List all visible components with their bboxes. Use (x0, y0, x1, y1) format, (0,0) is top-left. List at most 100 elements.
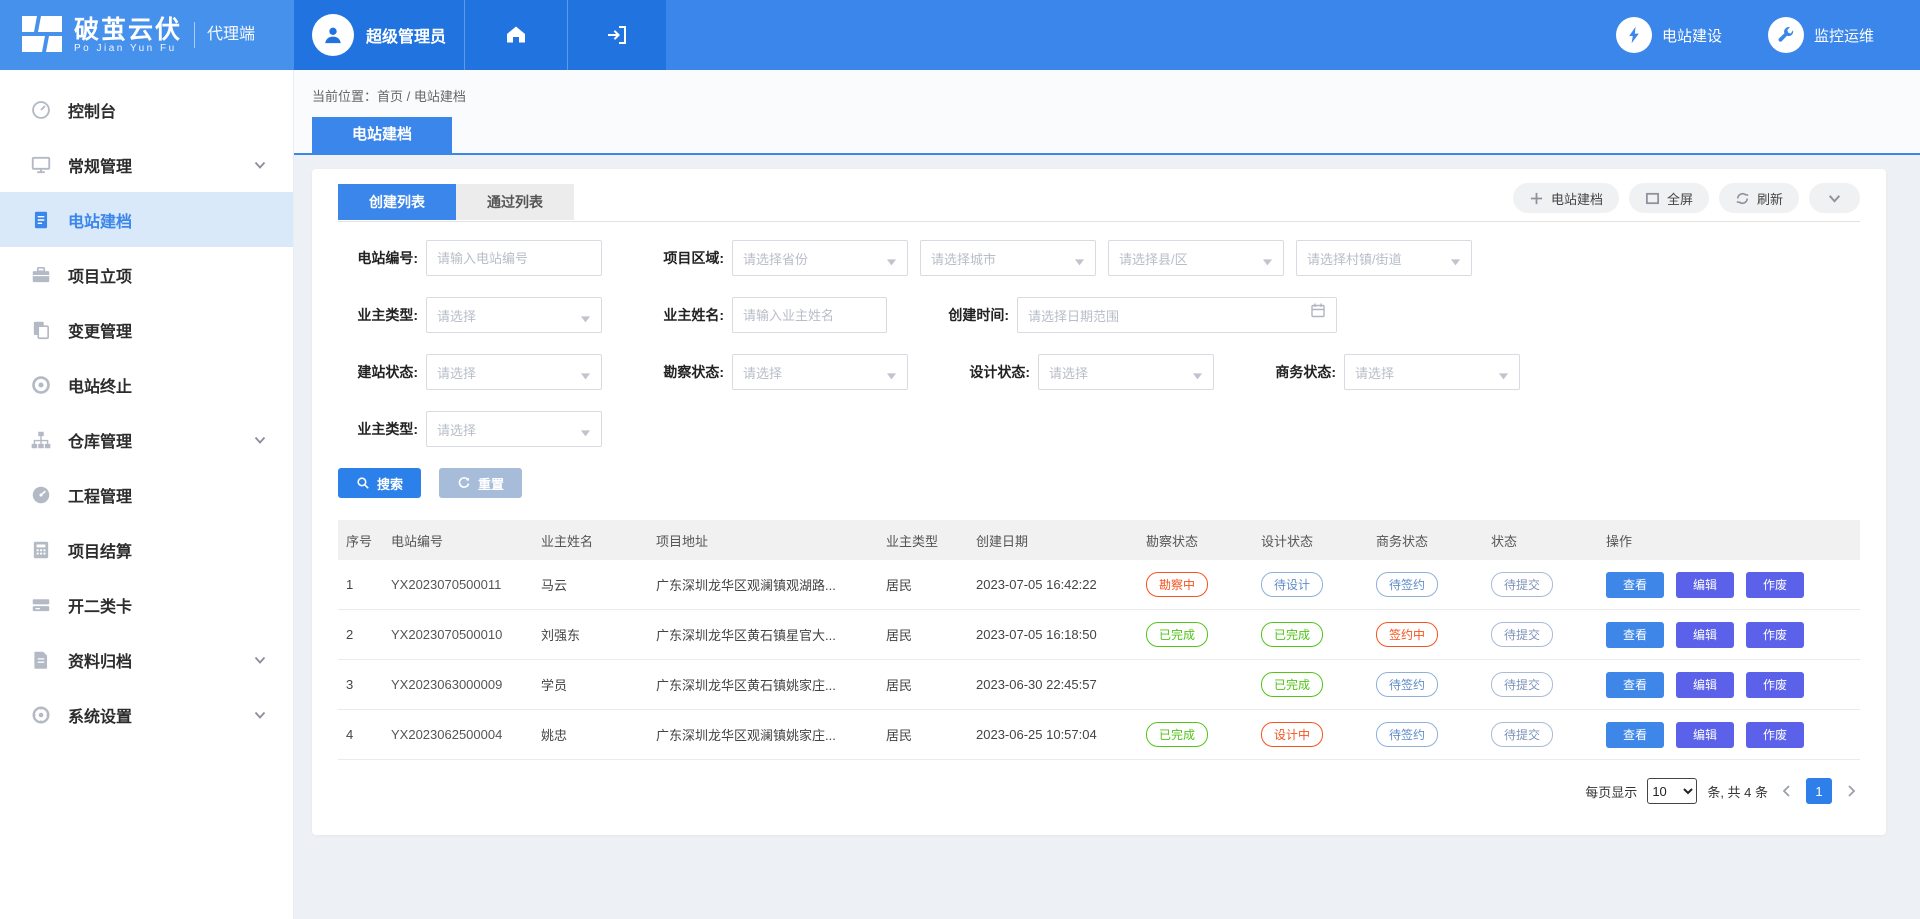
cell-address: 广东深圳龙华区黄石镇姚家庄... (648, 675, 878, 694)
filter-select-design-status[interactable]: 请选择 (1038, 354, 1214, 390)
edit-button[interactable]: 编辑 (1676, 572, 1734, 598)
filter-input-station-id[interactable] (426, 240, 602, 276)
status-badge: 待提交 (1491, 722, 1553, 747)
cell-created-date: 2023-06-30 22:45:57 (968, 677, 1138, 692)
filter-group-build-status: 建站状态:请选择 (338, 354, 602, 390)
status-badge: 待提交 (1491, 672, 1553, 697)
filter-select-business-status[interactable]: 请选择 (1344, 354, 1520, 390)
view-button[interactable]: 查看 (1606, 722, 1664, 748)
home-button[interactable] (464, 0, 567, 70)
column-header: 业主类型 (878, 531, 968, 550)
home-icon (504, 23, 528, 47)
sidebar-item-calculator[interactable]: 项目结算 (0, 522, 293, 577)
sidebar-item-card[interactable]: 开二类卡 (0, 577, 293, 632)
sidebar-item-sitemap[interactable]: 仓库管理 (0, 412, 293, 467)
chevron-left-icon (1780, 784, 1794, 798)
sidebar-item-label: 项目立项 (68, 263, 267, 287)
view-button[interactable]: 查看 (1606, 572, 1664, 598)
table-row: 1YX2023070500011马云广东深圳龙华区观澜镇观湖路...居民2023… (338, 560, 1860, 610)
collapse-panel-button[interactable] (1809, 183, 1860, 213)
filter-group-design-status: 设计状态: 请选择 (950, 354, 1214, 390)
sidebar-item-copy[interactable]: 变更管理 (0, 302, 293, 357)
add-station-button[interactable]: 电站建档 (1513, 183, 1619, 213)
filter-label: 设计状态: (950, 362, 1030, 382)
filter-input-owner-name[interactable] (732, 297, 887, 333)
user-menu[interactable]: 超级管理员 (294, 0, 464, 70)
filter-select-survey-status[interactable]: 请选择 (732, 354, 908, 390)
cell-design-status: 已完成 (1253, 672, 1368, 697)
void-button[interactable]: 作废 (1746, 572, 1804, 598)
cell-owner-name: 学员 (533, 675, 648, 694)
filter-row: 电站编号:项目区域:请选择省份请选择城市请选择县/区请选择村镇/街道 (338, 240, 1860, 276)
chevron-right-icon (1844, 784, 1858, 798)
sidebar-item-monitor[interactable]: 常规管理 (0, 137, 293, 192)
filter-daterange-create-time[interactable]: 请选择日期范围 (1017, 297, 1337, 333)
filter-select-owner-type[interactable]: 请选择 (426, 297, 602, 333)
calendar-icon (1310, 302, 1326, 318)
header-nav-wrench[interactable]: 监控运维 (1768, 17, 1874, 53)
breadcrumb-prefix: 当前位置： (312, 89, 377, 104)
filter-select-city[interactable]: 请选择城市 (920, 240, 1096, 276)
header-nav-lightning[interactable]: 电站建设 (1616, 17, 1722, 53)
sidebar-item-settings[interactable]: 系统设置 (0, 687, 293, 742)
void-button[interactable]: 作废 (1746, 622, 1804, 648)
sidebar-item-gauge[interactable]: 工程管理 (0, 467, 293, 522)
filter-label: 勘察状态: (644, 362, 724, 382)
prev-page-button[interactable] (1778, 782, 1796, 800)
filter-select-build-status[interactable]: 请选择 (426, 354, 602, 390)
edit-button[interactable]: 编辑 (1676, 622, 1734, 648)
panel-tabs: 创建列表通过列表 (338, 184, 574, 220)
status-badge: 已完成 (1261, 622, 1323, 647)
filter-select-town[interactable]: 请选择村镇/街道 (1296, 240, 1472, 276)
select-placeholder: 请选择省份 (743, 249, 808, 268)
cell-address: 广东深圳龙华区黄石镇星官大... (648, 625, 878, 644)
brand-logo-icon (22, 16, 62, 54)
column-header: 创建日期 (968, 531, 1138, 550)
filter-select-owner-type-2[interactable]: 请选择 (426, 411, 602, 447)
select-placeholder: 请选择城市 (931, 249, 996, 268)
toolbar-button-label: 全屏 (1667, 189, 1693, 208)
caret-down-icon (886, 368, 897, 376)
console-icon (30, 99, 52, 121)
search-button[interactable]: 搜索 (338, 468, 421, 498)
column-header: 商务状态 (1368, 531, 1483, 550)
select-placeholder: 请选择村镇/街道 (1307, 249, 1402, 268)
void-button[interactable]: 作废 (1746, 722, 1804, 748)
sidebar-item-archive[interactable]: 资料归档 (0, 632, 293, 687)
reset-button[interactable]: 重置 (439, 468, 522, 498)
per-page-select[interactable]: 10 (1647, 778, 1697, 804)
view-button[interactable]: 查看 (1606, 622, 1664, 648)
chevron-down-icon (253, 653, 267, 667)
cell-created-date: 2023-07-05 16:18:50 (968, 627, 1138, 642)
page-title-tab[interactable]: 电站建档 (312, 117, 452, 153)
filter-group-owner-type: 业主类型:请选择 (338, 297, 602, 333)
chevron-down-icon (253, 708, 267, 722)
filter-group-station-id: 电站编号: (338, 240, 602, 276)
refresh-button[interactable]: 刷新 (1719, 183, 1799, 213)
total-count-label: 条, 共 4 条 (1707, 782, 1768, 801)
edit-button[interactable]: 编辑 (1676, 722, 1734, 748)
sidebar-item-label: 常规管理 (68, 153, 253, 177)
filter-group-business-status: 商务状态:请选择 (1256, 354, 1520, 390)
view-button[interactable]: 查看 (1606, 672, 1664, 698)
archive-icon (30, 649, 52, 671)
fullscreen-button[interactable]: 全屏 (1629, 183, 1709, 213)
void-button[interactable]: 作废 (1746, 672, 1804, 698)
sidebar-item-document[interactable]: 电站建档 (0, 192, 293, 247)
sitemap-icon (30, 429, 52, 451)
sidebar-item-console[interactable]: 控制台 (0, 82, 293, 137)
select-placeholder: 请选择 (437, 420, 476, 439)
page-number-current[interactable]: 1 (1806, 778, 1832, 804)
logout-button[interactable] (567, 0, 666, 70)
sidebar-item-briefcase[interactable]: 项目立项 (0, 247, 293, 302)
filter-select-district[interactable]: 请选择县/区 (1108, 240, 1284, 276)
filter-select-province[interactable]: 请选择省份 (732, 240, 908, 276)
cell-owner-type: 居民 (878, 675, 968, 694)
edit-button[interactable]: 编辑 (1676, 672, 1734, 698)
sidebar-item-target[interactable]: 电站终止 (0, 357, 293, 412)
tab-create-list[interactable]: 创建列表 (338, 184, 456, 220)
next-page-button[interactable] (1842, 782, 1860, 800)
tab-pass-list[interactable]: 通过列表 (456, 184, 574, 220)
cell-address: 广东深圳龙华区观澜镇姚家庄... (648, 725, 878, 744)
sidebar-item-label: 变更管理 (68, 318, 267, 342)
